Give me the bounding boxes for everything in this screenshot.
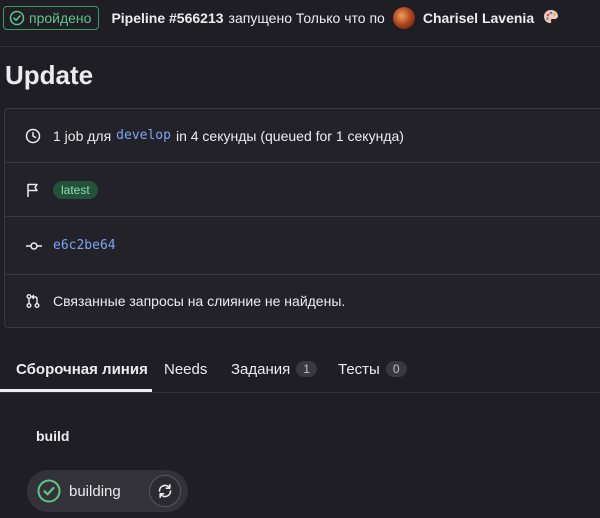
status-badge[interactable]: пройдено (3, 6, 100, 30)
pipeline-trigger-text: запущено Только что по (228, 10, 385, 26)
stage-title: build (36, 428, 70, 444)
pipeline-id: Pipeline #566213 (111, 10, 224, 26)
tab-label: Тесты (338, 360, 380, 378)
header-divider (0, 46, 600, 47)
commit-sha-link[interactable]: e6c2be64 (53, 238, 116, 253)
latest-badge: latest (53, 180, 98, 199)
tab-count-badge: 0 (385, 361, 407, 377)
commit-icon (25, 238, 43, 254)
clock-icon (25, 128, 41, 144)
merge-request-icon (25, 293, 41, 309)
tab-tests[interactable]: Тесты 0 (338, 346, 407, 392)
status-label: пройдено (29, 10, 92, 26)
merge-request-text: Связанные запросы на слияние не найдены. (53, 293, 346, 309)
pipeline-info-card: 1 job для develop in 4 секунды (queued f… (4, 108, 600, 328)
tabs-divider (0, 392, 600, 393)
job-name: building (69, 483, 121, 500)
tab-label: Задания (231, 360, 291, 378)
tab-pipeline[interactable]: Сборочная линия (16, 346, 148, 392)
job-duration-text: in 4 секунды (queued for 1 секунда) (175, 127, 404, 144)
retry-icon (158, 484, 172, 498)
tab-jobs[interactable]: Задания 1 (231, 346, 317, 392)
job-info-row: 1 job для develop in 4 секунды (queued f… (5, 109, 600, 162)
tab-label: Needs (164, 360, 208, 378)
branch-link[interactable]: develop (116, 128, 171, 143)
avatar[interactable] (392, 7, 415, 29)
job-count-text: 1 job для (53, 127, 112, 144)
pipeline-tabs: Сборочная линия Needs Задания 1 Тесты 0 (0, 346, 600, 392)
check-circle-icon (9, 10, 25, 26)
merge-request-row: Связанные запросы на слияние не найдены. (5, 275, 600, 327)
check-circle-icon (37, 479, 61, 506)
retry-button[interactable] (149, 475, 181, 507)
flag-icon (25, 182, 41, 198)
job-pill[interactable]: building (27, 470, 188, 512)
commit-row: e6c2be64 (5, 217, 600, 274)
palette-icon (542, 8, 560, 29)
author-name[interactable]: Charisel Lavenia (423, 10, 534, 26)
tab-needs[interactable]: Needs (164, 346, 207, 392)
page-title: Update (5, 60, 94, 90)
tag-row: latest (5, 163, 600, 216)
tab-label: Сборочная линия (16, 360, 148, 378)
tab-count-badge: 1 (296, 361, 317, 377)
pipeline-header: пройдено Pipeline #566213 запущено Тольк… (0, 0, 600, 36)
